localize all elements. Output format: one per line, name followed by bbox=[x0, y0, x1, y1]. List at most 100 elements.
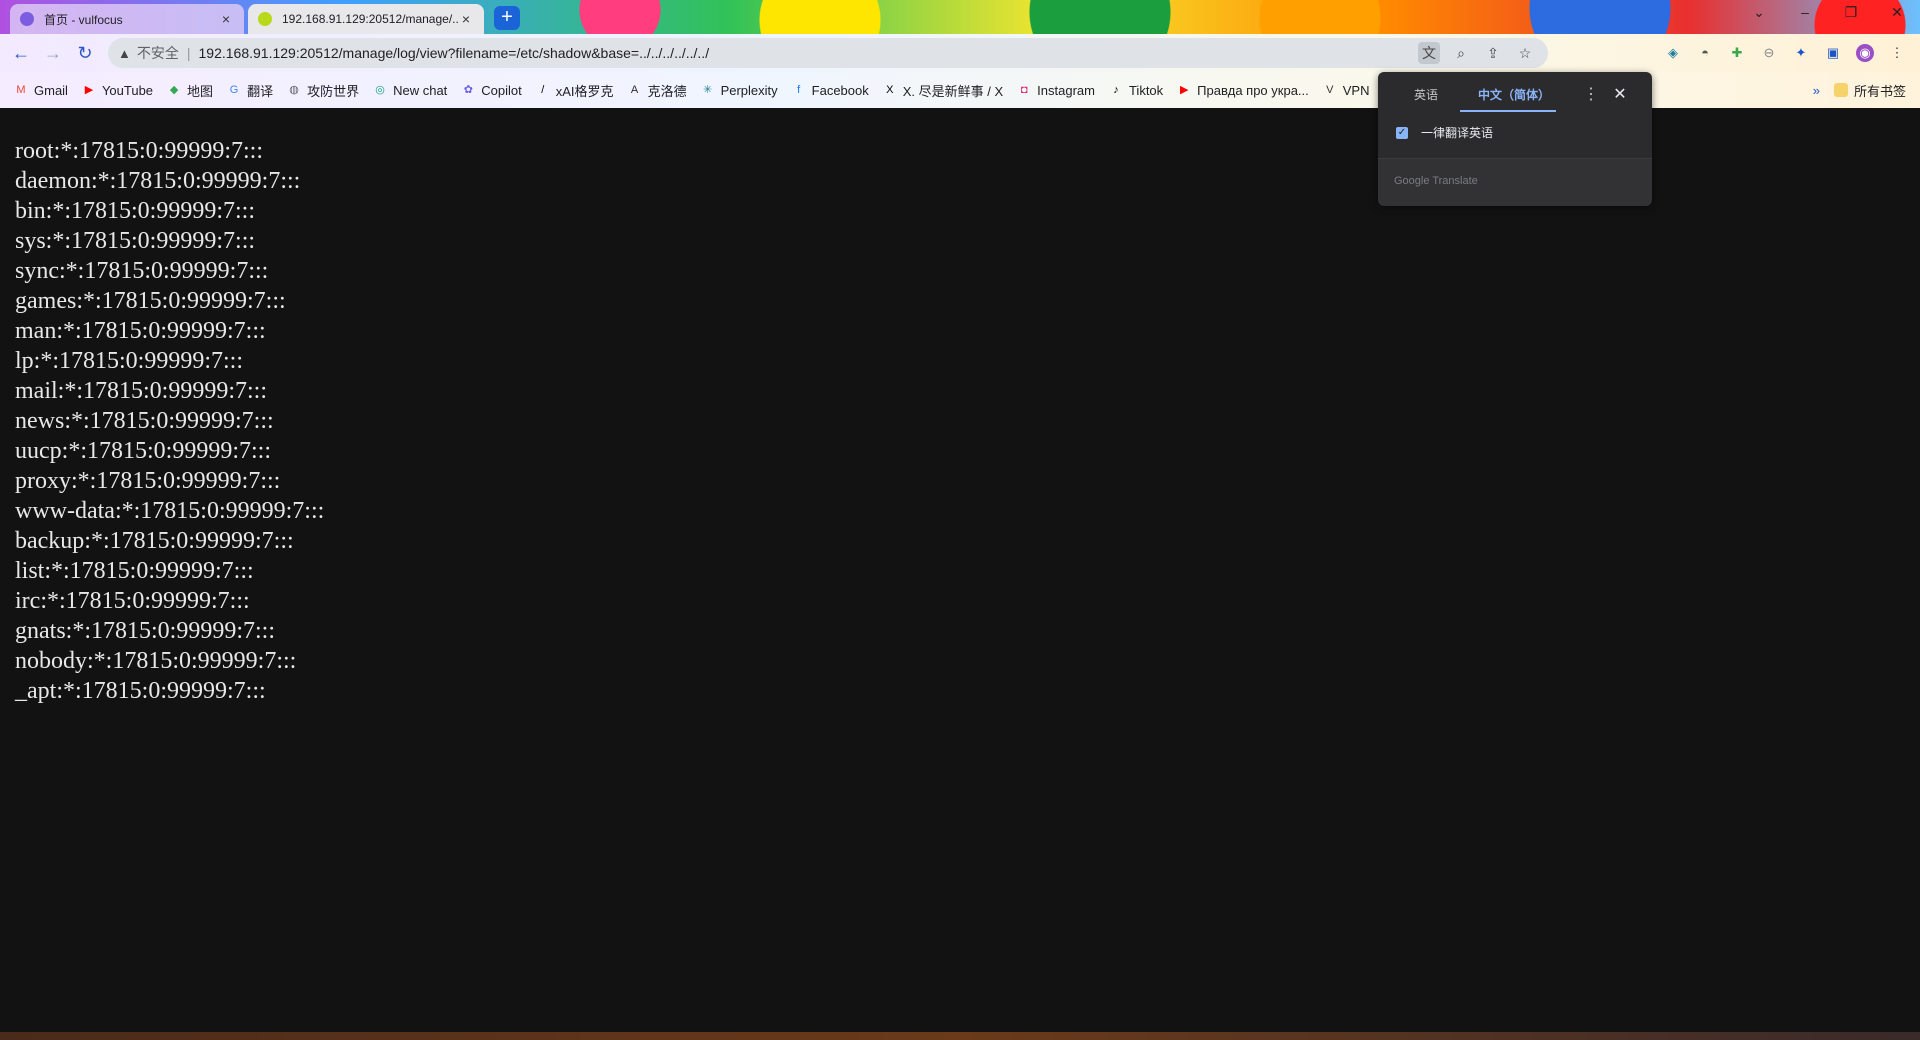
bookmark-label: Gmail bbox=[34, 82, 68, 98]
minimize-button[interactable]: – bbox=[1782, 4, 1828, 28]
close-tab-icon[interactable]: × bbox=[218, 11, 234, 27]
google-translate-brand: Google Translate bbox=[1394, 175, 1478, 187]
bookmark-item[interactable]: ◘ Instagram bbox=[1017, 83, 1095, 98]
vulfocus-favicon-icon bbox=[20, 12, 34, 26]
shadow-entry: proxy:*:17815:0:99999:7::: bbox=[15, 468, 281, 494]
page-content: root:*:17815:0:99999:7::: daemon:*:17815:… bbox=[0, 108, 1920, 1032]
gmail-icon: M bbox=[16, 84, 26, 96]
bookmark-label: VPN bbox=[1342, 82, 1370, 98]
shadow-entry: sys:*:17815:0:99999:7::: bbox=[15, 228, 256, 254]
share-icon[interactable]: ⇪ bbox=[1482, 42, 1504, 64]
shadow-entry: list:*:17815:0:99999:7::: bbox=[15, 558, 254, 584]
bookmark-item[interactable]: ♪ Tiktok bbox=[1109, 83, 1163, 98]
side-panel-icon[interactable]: ▣ bbox=[1824, 44, 1842, 62]
shadow-entry: games:*:17815:0:99999:7::: bbox=[15, 288, 286, 314]
tiktok-icon: ♪ bbox=[1113, 84, 1119, 96]
bookmark-item[interactable]: ◎ New chat bbox=[373, 83, 447, 98]
back-button[interactable]: ← bbox=[10, 42, 32, 64]
bookmark-label: xAI格罗克 bbox=[555, 83, 614, 99]
checkbox-checked-icon[interactable]: ✓ bbox=[1396, 126, 1408, 139]
globe-icon: ◍ bbox=[289, 84, 299, 96]
shadow-entry: mail:*:17815:0:99999:7::: bbox=[15, 378, 267, 404]
close-popup-icon[interactable]: ✕ bbox=[1610, 84, 1630, 106]
more-options-icon[interactable]: ⋮ bbox=[1582, 84, 1600, 106]
youtube-icon: ▶ bbox=[1179, 84, 1189, 96]
bookmark-label: Copilot bbox=[481, 82, 522, 98]
chat-icon: ◎ bbox=[375, 84, 385, 96]
shadow-entry: sync:*:17815:0:99999:7::: bbox=[15, 258, 269, 284]
translate-popup: 英语 中文（简体） ⋮ ✕ ✓ 一律翻译英语 Google Translate bbox=[1378, 72, 1652, 206]
extension-minus-icon[interactable]: ⊖ bbox=[1760, 44, 1778, 62]
always-translate-option[interactable]: ✓ 一律翻译英语 bbox=[1396, 124, 1493, 141]
forward-button[interactable]: → bbox=[42, 42, 64, 64]
bookmark-item[interactable]: M Gmail bbox=[14, 83, 68, 98]
close-window-button[interactable]: ✕ bbox=[1874, 4, 1920, 28]
bookmark-label: X. 尽是新鲜事 / X bbox=[902, 83, 1004, 99]
warning-icon[interactable]: ▲ bbox=[118, 46, 131, 61]
target-language-tab[interactable]: 中文（简体） bbox=[1478, 84, 1550, 106]
bookmark-item[interactable]: G 翻译 bbox=[227, 81, 273, 100]
source-language-tab[interactable]: 英语 bbox=[1414, 84, 1438, 106]
bookmark-label: 克洛德 bbox=[647, 83, 687, 99]
bookmark-item[interactable]: ▶ Правда про укра... bbox=[1177, 83, 1309, 98]
bookmark-item[interactable]: V VPN bbox=[1323, 82, 1370, 98]
bookmark-label: Facebook bbox=[811, 82, 869, 98]
maximize-button[interactable]: ❐ bbox=[1828, 4, 1874, 28]
tab-title: 192.168.91.129:20512/manage/... bbox=[282, 12, 458, 26]
tab-log-view[interactable]: 192.168.91.129:20512/manage/... × bbox=[248, 4, 484, 34]
reload-button[interactable]: ↻ bbox=[74, 42, 96, 64]
youtube-icon: ▶ bbox=[84, 84, 94, 96]
anthropic-icon: A bbox=[630, 84, 639, 96]
bookmark-item[interactable]: A 克洛德 bbox=[628, 81, 687, 100]
bookmark-item[interactable]: ▶ YouTube bbox=[82, 83, 153, 98]
zoom-icon[interactable]: ⌕ bbox=[1450, 42, 1472, 64]
tab-vulfocus[interactable]: 首页 - vulfocus × bbox=[10, 4, 244, 34]
extension-hat-icon[interactable]: ◓ bbox=[1696, 44, 1714, 62]
bookmark-item[interactable]: ✿ Copilot bbox=[461, 82, 522, 98]
bookmark-item[interactable]: ◍ 攻防世界 bbox=[287, 81, 359, 100]
bookmark-label: 地图 bbox=[187, 83, 214, 99]
shadow-entry: root:*:17815:0:99999:7::: bbox=[15, 138, 264, 164]
facebook-icon: f bbox=[797, 84, 801, 96]
menu-icon[interactable]: ⋮ bbox=[1888, 44, 1906, 62]
bookmark-star-icon[interactable]: ☆ bbox=[1514, 42, 1536, 64]
extensions-puzzle-icon[interactable]: ✦ bbox=[1792, 44, 1810, 62]
shadow-entry: irc:*:17815:0:99999:7::: bbox=[15, 588, 250, 614]
xai-icon: / bbox=[541, 84, 545, 96]
instagram-icon: ◘ bbox=[1020, 84, 1028, 96]
close-tab-icon[interactable]: × bbox=[458, 11, 474, 27]
extension-icon[interactable]: ◈ bbox=[1664, 44, 1682, 62]
translate-icon[interactable]: 文 bbox=[1418, 42, 1440, 64]
profile-avatar[interactable]: ◉ bbox=[1856, 44, 1874, 62]
always-translate-label: 一律翻译英语 bbox=[1421, 126, 1494, 140]
maps-icon: ◆ bbox=[169, 84, 179, 96]
security-label[interactable]: 不安全 bbox=[137, 43, 179, 63]
bookmark-item[interactable]: ◆ 地图 bbox=[167, 81, 213, 100]
shadow-entry: man:*:17815:0:99999:7::: bbox=[15, 318, 266, 344]
bookmark-label: Tiktok bbox=[1128, 82, 1164, 98]
tab-search-chevron-icon[interactable]: ⌄ bbox=[1736, 4, 1782, 28]
bookmark-label: Instagram bbox=[1037, 82, 1095, 98]
tab-title: 首页 - vulfocus bbox=[44, 12, 123, 27]
bookmark-label: YouTube bbox=[101, 82, 154, 98]
bookmark-item[interactable]: ✳ Perplexity bbox=[701, 83, 778, 98]
shadow-entry: news:*:17815:0:99999:7::: bbox=[15, 408, 274, 434]
address-bar[interactable]: ▲ 不安全 | 192.168.91.129:20512/manage/log/… bbox=[108, 38, 1548, 68]
all-bookmarks-folder[interactable]: 所有书签 bbox=[1833, 81, 1906, 100]
bookmark-label: Perplexity bbox=[720, 82, 778, 98]
extension-plus-icon[interactable]: ✚ bbox=[1728, 44, 1746, 62]
bookmark-item[interactable]: / xAI格罗克 bbox=[536, 81, 614, 100]
new-tab-button[interactable]: + bbox=[494, 6, 520, 30]
url-text[interactable]: 192.168.91.129:20512/manage/log/view?fil… bbox=[199, 45, 710, 61]
bookmark-item[interactable]: f Facebook bbox=[792, 83, 869, 98]
shadow-entry: _apt:*:17815:0:99999:7::: bbox=[15, 678, 266, 704]
shadow-entry: lp:*:17815:0:99999:7::: bbox=[15, 348, 244, 374]
shadow-file-text: root:*:17815:0:99999:7::: daemon:*:17815:… bbox=[15, 136, 324, 706]
shadow-entry: bin:*:17815:0:99999:7::: bbox=[15, 198, 256, 224]
bookmarks-overflow-button[interactable]: » bbox=[1813, 83, 1820, 98]
perplexity-icon: ✳ bbox=[702, 84, 713, 96]
bookmark-item[interactable]: X X. 尽是新鲜事 / X bbox=[883, 81, 1003, 100]
omnibox-actions: 文 ⌕ ⇪ ☆ bbox=[1418, 42, 1536, 64]
taskbar-edge bbox=[0, 1032, 1920, 1040]
bookmark-label: 攻防世界 bbox=[307, 83, 360, 99]
